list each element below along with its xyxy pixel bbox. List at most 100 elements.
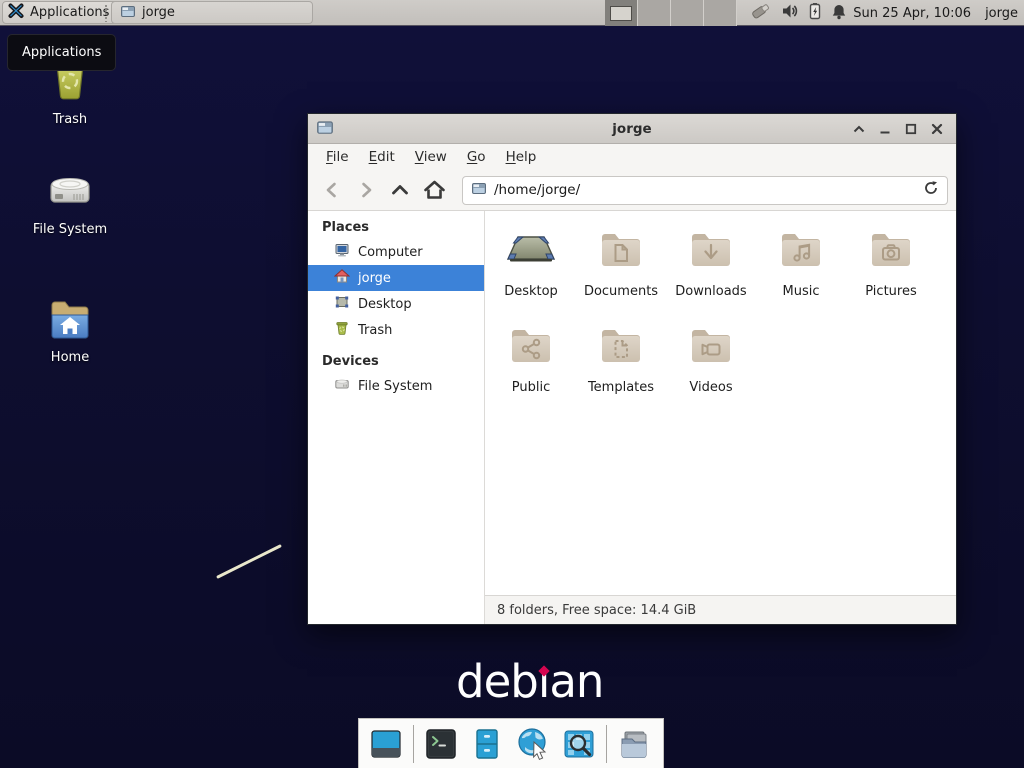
window-body: Places Computer: [308, 211, 956, 624]
up-button[interactable]: [384, 175, 416, 205]
menu-view[interactable]: View: [405, 144, 457, 170]
top-panel: Applications jorge: [0, 0, 1024, 26]
panel-user[interactable]: jorge: [985, 6, 1018, 21]
status-bar: 8 folders, Free space: 14.4 GiB: [485, 595, 956, 624]
sidebar-item-label: Trash: [358, 323, 392, 338]
window-titlebar[interactable]: jorge: [308, 114, 956, 144]
forward-button[interactable]: [350, 175, 382, 205]
file-label: Documents: [584, 284, 658, 299]
folder-downloads-icon: [687, 225, 735, 277]
debian-wordmark: debıan: [456, 659, 603, 704]
terminal-icon[interactable]: [422, 725, 460, 763]
volume-icon[interactable]: [781, 3, 799, 23]
workspace-2[interactable]: [638, 0, 671, 26]
menu-go[interactable]: Go: [457, 144, 496, 170]
shade-button[interactable]: [848, 117, 870, 141]
toolbar: /home/jorge/: [308, 170, 956, 211]
applications-menu-button[interactable]: Applications: [2, 1, 118, 24]
workspace-1[interactable]: [605, 0, 638, 26]
show-desktop-icon[interactable]: [367, 725, 405, 763]
wordmark-part: deb: [456, 659, 538, 704]
desktop-icon-label: Home: [10, 350, 130, 365]
file-label: Desktop: [504, 284, 558, 299]
menu-edit[interactable]: Edit: [359, 144, 405, 170]
file-cabinet-icon[interactable]: [468, 725, 506, 763]
file-item-templates[interactable]: Templates: [576, 321, 666, 417]
desktop-scratch-artifact: [216, 544, 282, 579]
input-tool-icon[interactable]: [748, 1, 772, 25]
file-label: Public: [512, 380, 550, 395]
desktop-icon-label: File System: [10, 222, 130, 237]
menu-file[interactable]: File: [316, 144, 359, 170]
sidebar-item-desktop[interactable]: Desktop: [308, 291, 484, 317]
file-item-downloads[interactable]: Downloads: [666, 225, 756, 321]
sidebar-item-label: jorge: [358, 271, 391, 286]
file-list-view[interactable]: Desktop Documents: [485, 211, 956, 595]
notifications-bell-icon[interactable]: [831, 3, 847, 24]
sidebar-item-trash[interactable]: Trash: [308, 317, 484, 343]
maximize-button[interactable]: [900, 117, 922, 141]
xfce-logo-icon: [8, 2, 25, 23]
desktop-surface-icon: [502, 225, 560, 277]
file-label: Templates: [588, 380, 654, 395]
workspace-switcher[interactable]: [605, 0, 737, 26]
desktop-root: Applications jorge: [0, 0, 1024, 768]
tooltip-text: Applications: [22, 45, 101, 60]
file-item-music[interactable]: Music: [756, 225, 846, 321]
file-manager-window: jorge File Edit View Go Help: [307, 113, 957, 625]
file-item-documents[interactable]: Documents: [576, 225, 666, 321]
workspace-3[interactable]: [671, 0, 704, 26]
workspace-window-preview: [610, 6, 632, 21]
applications-tooltip: Applications: [7, 34, 116, 71]
folder-documents-icon: [597, 225, 645, 277]
sidebar: Places Computer: [308, 211, 485, 624]
computer-icon: [334, 242, 350, 262]
taskbar-window-button[interactable]: jorge: [111, 1, 313, 24]
sidebar-item-label: Computer: [358, 245, 423, 260]
hard-drive-icon: [10, 170, 130, 216]
folder-videos-icon: [687, 321, 735, 373]
desktop-icon-file-system[interactable]: File System: [10, 170, 130, 237]
drive-icon: [334, 376, 350, 396]
file-item-public[interactable]: Public: [486, 321, 576, 417]
back-button[interactable]: [316, 175, 348, 205]
reload-icon[interactable]: [923, 180, 939, 200]
file-item-pictures[interactable]: Pictures: [846, 225, 936, 321]
dock-separator: [606, 725, 607, 763]
sidebar-item-jorge[interactable]: jorge: [308, 265, 484, 291]
wordmark-part: an: [549, 659, 603, 704]
location-bar[interactable]: /home/jorge/: [462, 176, 948, 205]
panel-clock-area: Sun 25 Apr, 10:06 jorge: [853, 0, 1018, 26]
desktop-icon: [334, 294, 350, 314]
home-folder-icon: [10, 296, 130, 344]
workspace-4[interactable]: [704, 0, 737, 26]
home-icon: [334, 268, 350, 288]
dock-folder-icon[interactable]: [615, 725, 653, 763]
app-finder-icon[interactable]: [560, 725, 598, 763]
file-label: Downloads: [675, 284, 746, 299]
desktop-icon-home[interactable]: Home: [10, 296, 130, 365]
menu-help[interactable]: Help: [496, 144, 547, 170]
panel-grip-handle[interactable]: [104, 4, 109, 22]
file-label: Music: [783, 284, 820, 299]
file-label: Pictures: [865, 284, 916, 299]
system-tray: [748, 0, 847, 26]
taskbar-folder-icon: [120, 3, 136, 23]
sidebar-item-file-system[interactable]: File System: [308, 373, 484, 399]
home-button[interactable]: [418, 175, 450, 205]
web-browser-icon[interactable]: [514, 725, 552, 763]
status-text: 8 folders, Free space: 14.4 GiB: [497, 603, 696, 618]
folder-templates-icon: [597, 321, 645, 373]
desktop-icon-label: Trash: [10, 112, 130, 127]
applications-menu-label: Applications: [30, 5, 109, 20]
minimize-button[interactable]: [874, 117, 896, 141]
location-path-text[interactable]: /home/jorge/: [494, 182, 916, 198]
file-item-videos[interactable]: Videos: [666, 321, 756, 417]
sidebar-item-computer[interactable]: Computer: [308, 239, 484, 265]
file-item-desktop[interactable]: Desktop: [486, 225, 576, 321]
menu-bar: File Edit View Go Help: [308, 144, 956, 170]
battery-icon[interactable]: [808, 2, 822, 24]
panel-clock[interactable]: Sun 25 Apr, 10:06: [853, 6, 971, 21]
close-button[interactable]: [926, 117, 948, 141]
taskbar-window-title: jorge: [142, 5, 175, 20]
